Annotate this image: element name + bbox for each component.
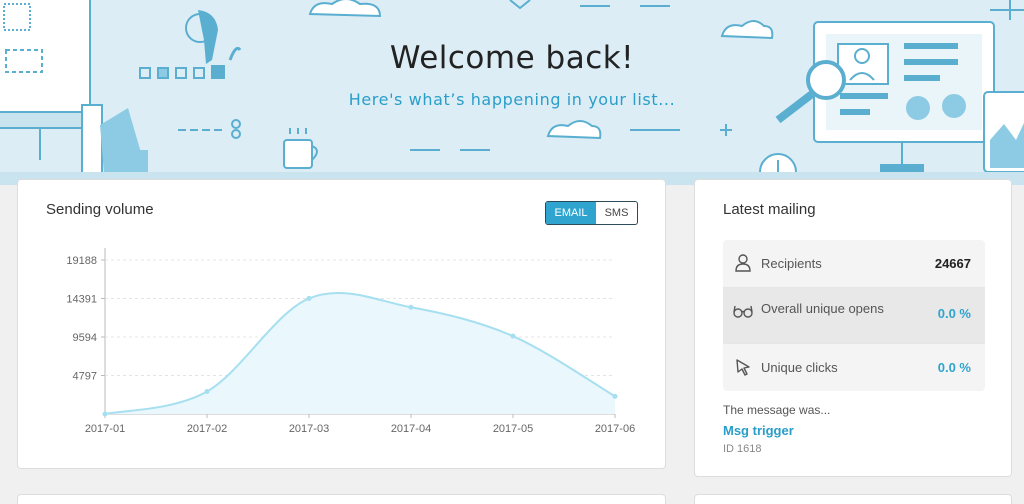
welcome-banner: Welcome back! Here's what’s happening in… [0, 0, 1024, 185]
stat-row-recipients: Recipients 24667 [723, 240, 985, 288]
message-was-label: The message was... [723, 403, 831, 417]
stat-value: 0.0 % [937, 306, 971, 321]
welcome-subtitle: Here's what’s happening in your list... [348, 90, 676, 109]
data-point [612, 393, 618, 399]
stat-label: Overall unique opens [761, 301, 884, 316]
message-id: ID 1618 [723, 443, 762, 455]
x-tick-label: 2017-04 [391, 423, 431, 435]
stat-label: Unique clicks [761, 360, 838, 375]
y-tick-label: 4797 [73, 371, 97, 383]
stat-row-clicks: Unique clicks 0.0 % [723, 344, 985, 391]
data-point [408, 304, 414, 310]
lower-card-right [694, 494, 1012, 504]
stat-value: 24667 [934, 256, 971, 271]
x-tick-label: 2017-01 [85, 423, 125, 435]
x-tick-label: 2017-05 [493, 423, 533, 435]
latest-mailing-title: Latest mailing [723, 201, 816, 218]
user-icon [735, 254, 751, 272]
data-point [306, 295, 312, 301]
y-tick-label: 19188 [66, 255, 97, 267]
data-point [102, 411, 108, 417]
x-tick-label: 2017-02 [187, 423, 227, 435]
data-point [510, 333, 516, 339]
data-point [204, 389, 210, 395]
latest-mailing-card: Latest mailing Recipients 24667 Overall … [694, 179, 1012, 477]
y-tick-label: 9594 [73, 332, 97, 344]
welcome-title: Welcome back! [389, 40, 635, 76]
glasses-icon [733, 305, 753, 318]
y-tick-label: 14391 [66, 294, 97, 306]
x-tick-label: 2017-06 [595, 423, 635, 435]
stat-row-opens: Overall unique opens 0.0 % [723, 288, 985, 344]
x-tick-label: 2017-03 [289, 423, 329, 435]
mailing-stats: Recipients 24667 Overall unique opens 0.… [723, 240, 985, 391]
series-area [105, 292, 615, 414]
message-name-link[interactable]: Msg trigger [723, 423, 794, 438]
sending-volume-chart: 4797 9594 14391 19188 2017-01 2017-02 2017-03 2… [66, 248, 635, 435]
sending-volume-card: Sending volume EMAIL SMS 4797 9594 14391 19… [17, 179, 666, 469]
lower-card-left [17, 494, 666, 504]
stat-value: 0.0 % [937, 360, 971, 375]
cursor-icon [736, 359, 750, 376]
stat-label: Recipients [761, 256, 822, 271]
